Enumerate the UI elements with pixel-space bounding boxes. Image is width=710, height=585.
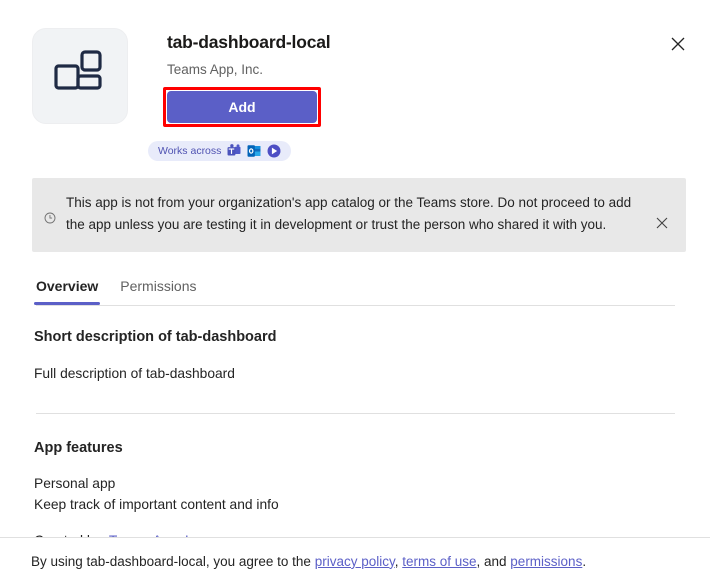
- app-icon: [32, 28, 128, 124]
- privacy-policy-link[interactable]: privacy policy: [315, 554, 395, 569]
- dialog-scroll-area[interactable]: tab-dashboard-local Teams App, Inc. Add …: [0, 0, 710, 538]
- overview-panel: Short description of tab-dashboard Full …: [0, 328, 710, 383]
- footer-legal-text: By using tab-dashboard-local, you agree …: [0, 553, 586, 571]
- microsoft365-icon: [267, 144, 281, 158]
- footer-prefix: By using tab-dashboard-local, you agree …: [31, 553, 315, 569]
- feature-description: Keep track of important content and info: [34, 497, 279, 513]
- warning-text: This app is not from your organization's…: [66, 195, 632, 232]
- works-across-badge: Works across: [148, 141, 292, 161]
- add-button-wrapper: Add: [163, 87, 321, 128]
- app-publisher: Teams App, Inc.: [167, 62, 264, 77]
- close-icon: [656, 217, 668, 232]
- dialog-footer: By using tab-dashboard-local, you agree …: [0, 537, 710, 585]
- outlook-icon: [247, 144, 261, 158]
- terms-of-use-link[interactable]: terms of use: [402, 554, 476, 569]
- tab-permissions[interactable]: Permissions: [118, 278, 198, 305]
- warning-banner: This app is not from your organization's…: [32, 178, 686, 252]
- app-title: tab-dashboard-local: [167, 32, 331, 52]
- tab-overview[interactable]: Overview: [34, 278, 101, 305]
- app-header: tab-dashboard-local Teams App, Inc. Add: [0, 0, 710, 128]
- app-features-heading: App features: [34, 439, 123, 456]
- section-divider: [36, 412, 675, 414]
- info-icon: [40, 192, 60, 224]
- warning-dismiss-button[interactable]: [648, 210, 676, 238]
- app-header-text: tab-dashboard-local Teams App, Inc. Add: [163, 28, 331, 128]
- app-features-section: App features Personal app Keep track of …: [0, 439, 710, 538]
- app-install-dialog: tab-dashboard-local Teams App, Inc. Add …: [0, 0, 710, 585]
- permissions-link[interactable]: permissions: [510, 554, 582, 569]
- app-blocks-icon: [52, 48, 108, 104]
- full-description: Full description of tab-dashboard: [34, 365, 235, 381]
- works-across-label: Works across: [158, 144, 222, 157]
- tab-list: Overview Permissions: [0, 278, 710, 305]
- tabs-divider: [36, 305, 675, 306]
- add-button[interactable]: Add: [167, 91, 317, 124]
- footer-suffix: .: [582, 553, 587, 569]
- feature-name: Personal app: [34, 475, 116, 491]
- short-description: Short description of tab-dashboard: [34, 329, 277, 345]
- footer-separator-2: , and: [476, 553, 511, 569]
- teams-icon: [227, 144, 241, 158]
